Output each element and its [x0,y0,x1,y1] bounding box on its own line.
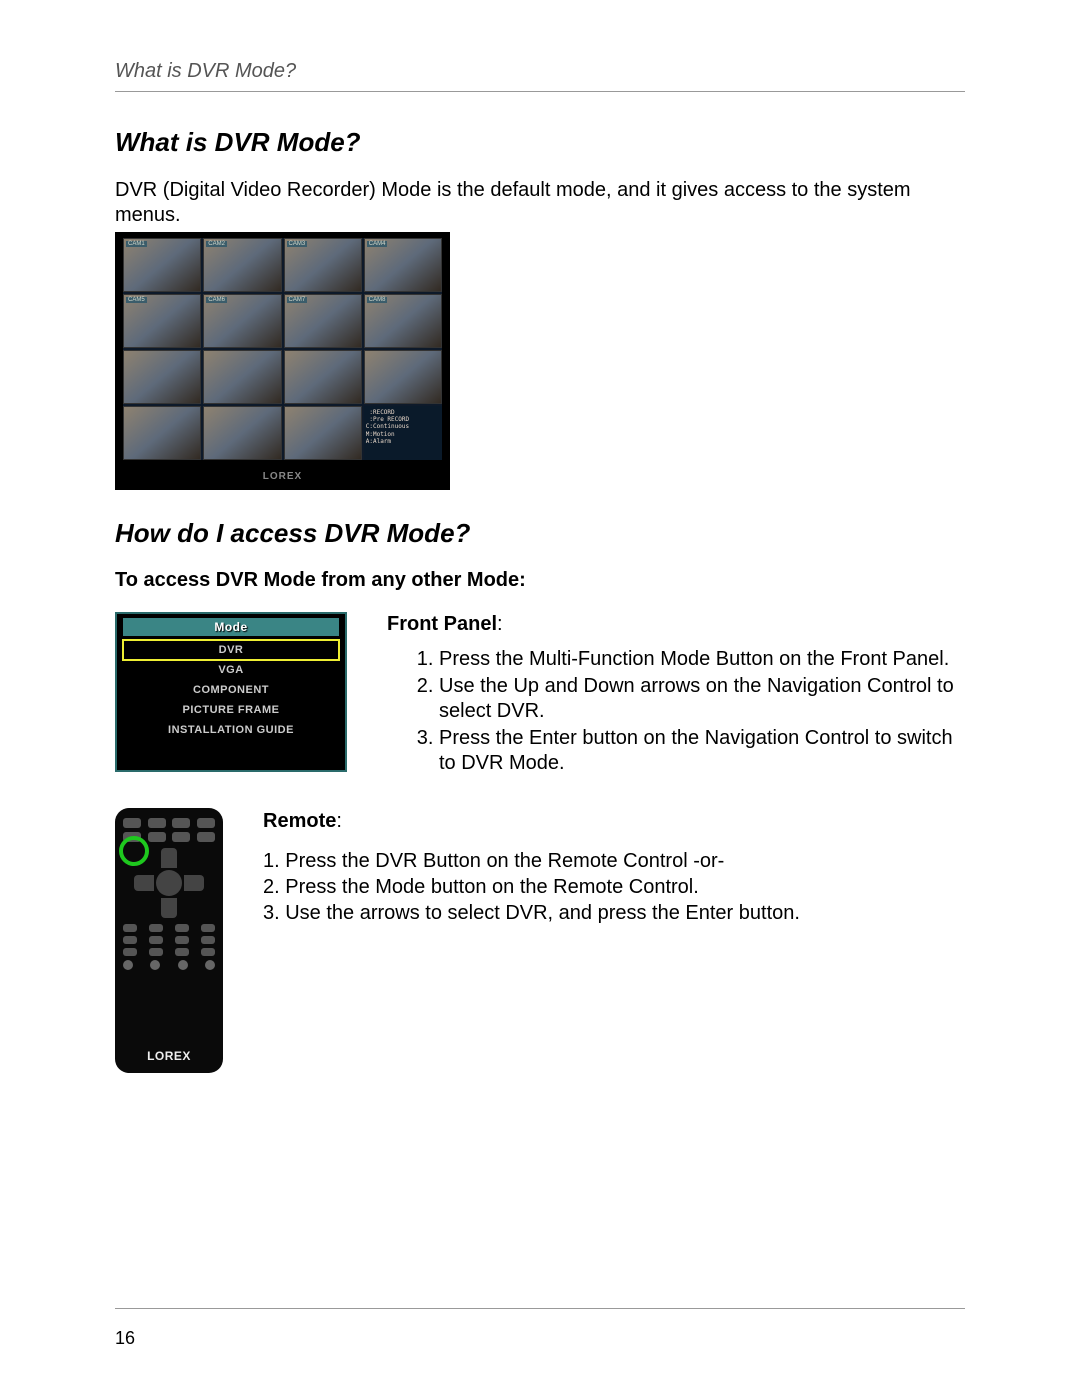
front-panel-label: Front Panel [387,613,497,635]
remote-instructions: Remote: 1. Press the DVR Button on the R… [263,808,965,1073]
page-header: What is DVR Mode? [115,60,965,83]
remote-row: LOREX Remote: 1. Press the DVR Button on… [115,808,965,1073]
section1-title: What is DVR Mode? [115,127,965,158]
monitor-brand: LOREX [115,471,450,482]
section2-subheading: To access DVR Mode from any other Mode: [115,569,965,592]
mode-menu-item-component: COMPONENT [123,680,339,700]
section1-body: DVR (Digital Video Recorder) Mode is the… [115,178,965,228]
remote-step: 2. Press the Mode button on the Remote C… [263,874,965,900]
mode-menu-item-install-guide: INSTALLATION GUIDE [123,720,339,740]
front-panel-step: Press the Enter button on the Navigation… [439,726,965,776]
remote-colon: : [336,810,342,832]
page-number: 16 [115,1328,135,1349]
front-panel-steps: Press the Multi-Function Mode Button on … [387,647,965,776]
mode-menu-item-dvr: DVR [123,640,339,660]
front-panel-step: Press the Multi-Function Mode Button on … [439,647,965,672]
front-panel-instructions: Front Panel: Press the Multi-Function Mo… [387,612,965,778]
front-panel-row: Mode DVR VGA COMPONENT PICTURE FRAME INS… [115,612,965,778]
divider-top [115,91,965,92]
mode-menu-title: Mode [123,618,339,636]
cam-label: CAM3 [287,241,308,247]
divider-bottom [115,1308,965,1309]
status-box: :RECORD :Pre RECORD C:Continuous M:Motio… [364,406,442,460]
mode-menu-item-picture-frame: PICTURE FRAME [123,700,339,720]
mode-menu-screenshot: Mode DVR VGA COMPONENT PICTURE FRAME INS… [115,612,347,772]
remote-control-image: LOREX [115,808,223,1073]
front-panel-step: Use the Up and Down arrows on the Naviga… [439,674,965,724]
cam-label: CAM1 [126,241,147,247]
remote-brand: LOREX [115,1049,223,1063]
cam-label: CAM2 [206,241,227,247]
cam-label: CAM7 [287,297,308,303]
cam-label: CAM8 [367,297,388,303]
mode-menu-item-vga: VGA [123,660,339,680]
cam-label: CAM6 [206,297,227,303]
remote-step: 1. Press the DVR Button on the Remote Co… [263,848,965,874]
camera-grid: CAM1 CAM2 CAM3 CAM4 CAM5 CAM6 CAM7 CAM8 … [123,238,442,460]
section2-title: How do I access DVR Mode? [115,518,965,549]
front-panel-colon: : [497,613,503,635]
cam-label: CAM5 [126,297,147,303]
cam-label: CAM4 [367,241,388,247]
remote-label: Remote [263,810,336,832]
remote-step: 3. Use the arrows to select DVR, and pre… [263,900,965,926]
dvr-screenshot: CAM1 CAM2 CAM3 CAM4 CAM5 CAM6 CAM7 CAM8 … [115,232,450,490]
document-page: What is DVR Mode? What is DVR Mode? DVR … [0,0,1080,1397]
